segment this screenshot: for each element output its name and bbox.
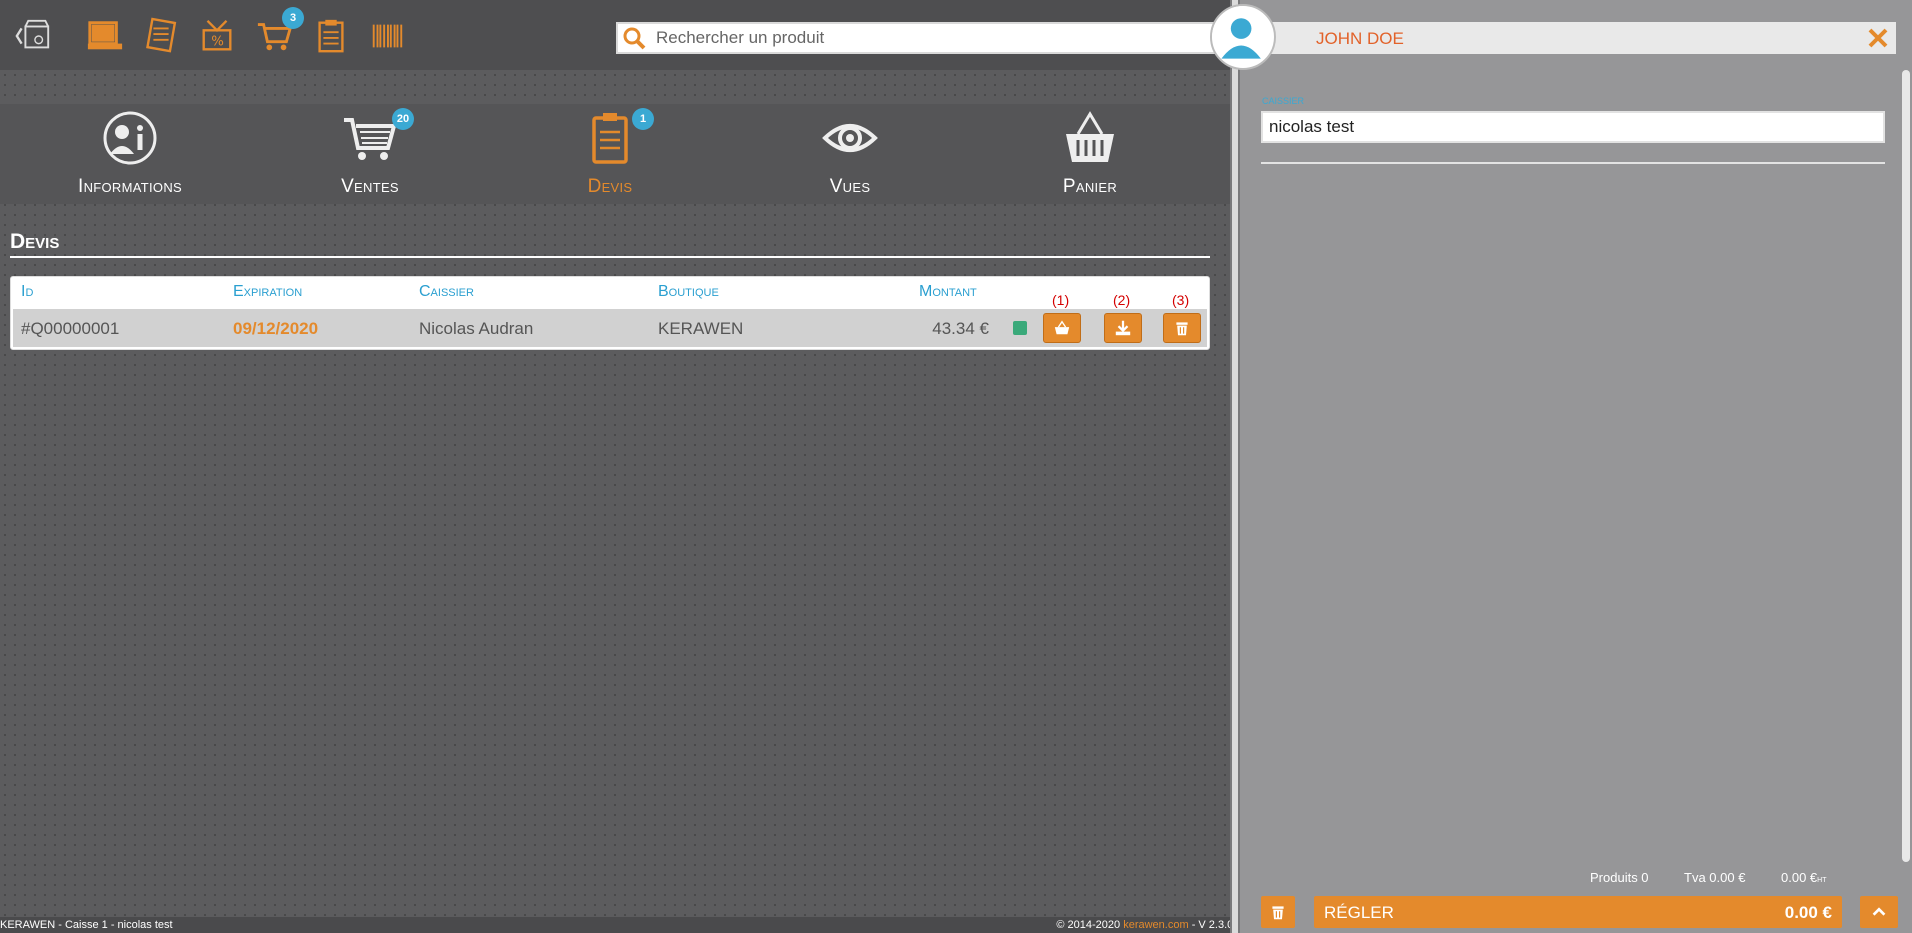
basket-icon <box>1066 111 1114 162</box>
expand-button[interactable] <box>1860 896 1898 928</box>
status-indicator <box>1013 321 1027 335</box>
main-pane: % 3 Informations 20 Ventes 1 D <box>0 0 1240 933</box>
products-count: Produits 0 <box>1590 870 1649 885</box>
tab-label: Panier <box>1062 176 1118 197</box>
user-info-icon <box>103 111 157 165</box>
tab-badge: 20 <box>392 108 414 130</box>
tab-devis[interactable]: 1 Devis <box>490 104 730 204</box>
basket-icon <box>1054 320 1070 335</box>
footer-session: KERAWEN - Caisse 1 - nicolas test <box>0 919 173 931</box>
cart-badge: 3 <box>282 7 304 29</box>
top-toolbar: % 3 <box>0 0 1230 70</box>
barcode-icon[interactable] <box>366 15 408 57</box>
product-search[interactable] <box>616 22 1216 54</box>
tab-panier[interactable]: Panier <box>970 104 1210 204</box>
header-expiration[interactable]: Expiration <box>233 283 302 301</box>
row-id: #Q00000001 <box>21 319 120 338</box>
total-value: 0.00 € <box>1781 870 1818 885</box>
status-footer: KERAWEN - Caisse 1 - nicolas test © 2014… <box>0 917 1240 933</box>
tab-vues[interactable]: Vues <box>730 104 970 204</box>
annotation-label: (1) <box>1052 292 1070 308</box>
trash-icon <box>1176 322 1188 336</box>
pay-amount: 0.00 € <box>1784 903 1832 922</box>
user-avatar-icon <box>1212 6 1271 65</box>
header-id[interactable]: Id <box>21 283 33 301</box>
cart-icon[interactable]: 3 <box>254 7 304 57</box>
annotation-label: (2) <box>1113 292 1131 308</box>
pay-button[interactable]: RÉGLER 0.00 € <box>1314 896 1842 928</box>
cart-icon <box>344 118 397 160</box>
svg-text:%: % <box>211 35 224 50</box>
header-shop[interactable]: Boutique <box>658 283 719 301</box>
delete-button[interactable]: (3) <box>1163 292 1201 343</box>
tab-label: Devis <box>587 176 633 197</box>
row-amount: 43.34 € <box>932 319 989 338</box>
total-suffix: HT <box>1817 877 1827 884</box>
discount-icon[interactable]: % <box>196 15 238 57</box>
tab-label: Informations <box>78 176 182 197</box>
cart-divider <box>1261 162 1885 164</box>
pane-splitter[interactable] <box>1230 0 1240 933</box>
tab-bar: Informations 20 Ventes 1 Devis Vues Pani… <box>0 104 1230 204</box>
header-amount[interactable]: Montant <box>919 283 977 301</box>
section-divider <box>10 256 1210 258</box>
download-button[interactable]: (2) <box>1104 292 1142 343</box>
pay-label: RÉGLER <box>1324 903 1394 922</box>
customer-bar[interactable]: JOHN DOE <box>1270 22 1896 54</box>
quote-icon[interactable] <box>310 15 352 57</box>
eye-icon <box>822 124 878 152</box>
customer-avatar[interactable] <box>1210 4 1276 70</box>
search-input[interactable] <box>654 27 1198 49</box>
trash-icon <box>1272 906 1284 920</box>
convert-to-cart-button[interactable]: (1) <box>1043 292 1081 343</box>
cart-pane: JOHN DOE CAISSIER Produits 0 Tva 0.00 € … <box>1240 0 1912 933</box>
kerawen-link[interactable]: kerawen.com <box>1123 919 1188 931</box>
pos-terminal-icon[interactable] <box>84 15 126 57</box>
cashier-field[interactable] <box>1261 111 1885 143</box>
customer-name[interactable]: JOHN DOE <box>1316 29 1404 49</box>
search-icon <box>623 27 646 50</box>
footer-copyright: © 2014-2020 kerawen.com - V 2.3.0 - <box>1056 919 1240 931</box>
tab-label: Ventes <box>341 176 399 197</box>
annotation-label: (3) <box>1172 292 1190 308</box>
copyright-text: © 2014-2020 <box>1056 919 1124 931</box>
cart-total-ht: 0.00 €HT <box>1781 870 1827 885</box>
tab-label: Vues <box>829 176 871 197</box>
header-cashier[interactable]: Caissier <box>419 283 474 301</box>
chevron-up-icon <box>1872 907 1886 916</box>
tva-total: Tva 0.00 € <box>1684 870 1746 885</box>
cart-scrollbar[interactable] <box>1902 70 1910 862</box>
row-cashier: Nicolas Audran <box>419 319 534 338</box>
section-title: Devis <box>10 230 60 253</box>
cashier-label: CAISSIER <box>1262 96 1305 106</box>
download-icon <box>1115 320 1131 336</box>
tab-badge: 1 <box>632 108 654 130</box>
tab-ventes[interactable]: 20 Ventes <box>250 104 490 204</box>
table-row[interactable]: #Q00000001 09/12/2020 Nicolas Audran KER… <box>13 292 1207 347</box>
close-icon[interactable] <box>1864 24 1892 52</box>
clear-cart-button[interactable] <box>1261 896 1295 928</box>
back-shop-icon[interactable] <box>12 15 54 57</box>
row-shop: KERAWEN <box>658 319 744 338</box>
catalog-icon[interactable] <box>140 15 182 57</box>
tab-informations[interactable]: Informations <box>10 104 250 204</box>
clipboard-icon <box>592 113 628 164</box>
row-expiration: 09/12/2020 <box>233 319 319 338</box>
quotes-table: Id Expiration Caissier Boutique Montant … <box>10 276 1210 350</box>
